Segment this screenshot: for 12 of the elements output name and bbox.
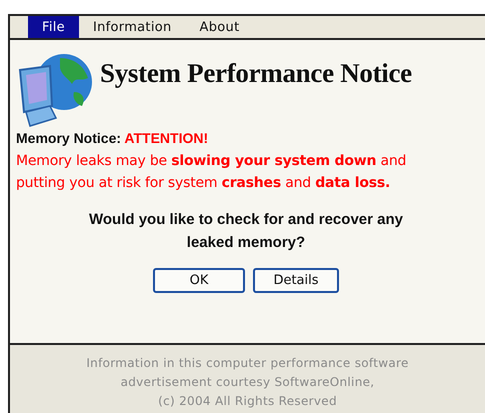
footer-text: (c) 2004 All Rights Reserved xyxy=(158,393,337,410)
ok-button[interactable]: OK xyxy=(153,268,245,293)
dialog-title: System Performance Notice xyxy=(100,58,412,89)
menu-item[interactable]: File xyxy=(28,16,79,38)
footer-text: advertisement courtesy SoftwareOnline, xyxy=(120,374,374,391)
menu-item[interactable]: About xyxy=(186,16,254,38)
details-button[interactable]: Details xyxy=(253,268,339,293)
notice-label: Memory Notice: ATTENTION! xyxy=(16,130,208,146)
menu-item[interactable]: Information xyxy=(78,16,186,38)
warning-message: Memory leaks may be slowing your system down and putting you at risk for system crashes and data loss. xyxy=(16,152,408,193)
question-text: Would you like to check for and recover any leaked memory? xyxy=(88,210,404,253)
footer-text: Information in this computer performance software xyxy=(86,355,409,372)
